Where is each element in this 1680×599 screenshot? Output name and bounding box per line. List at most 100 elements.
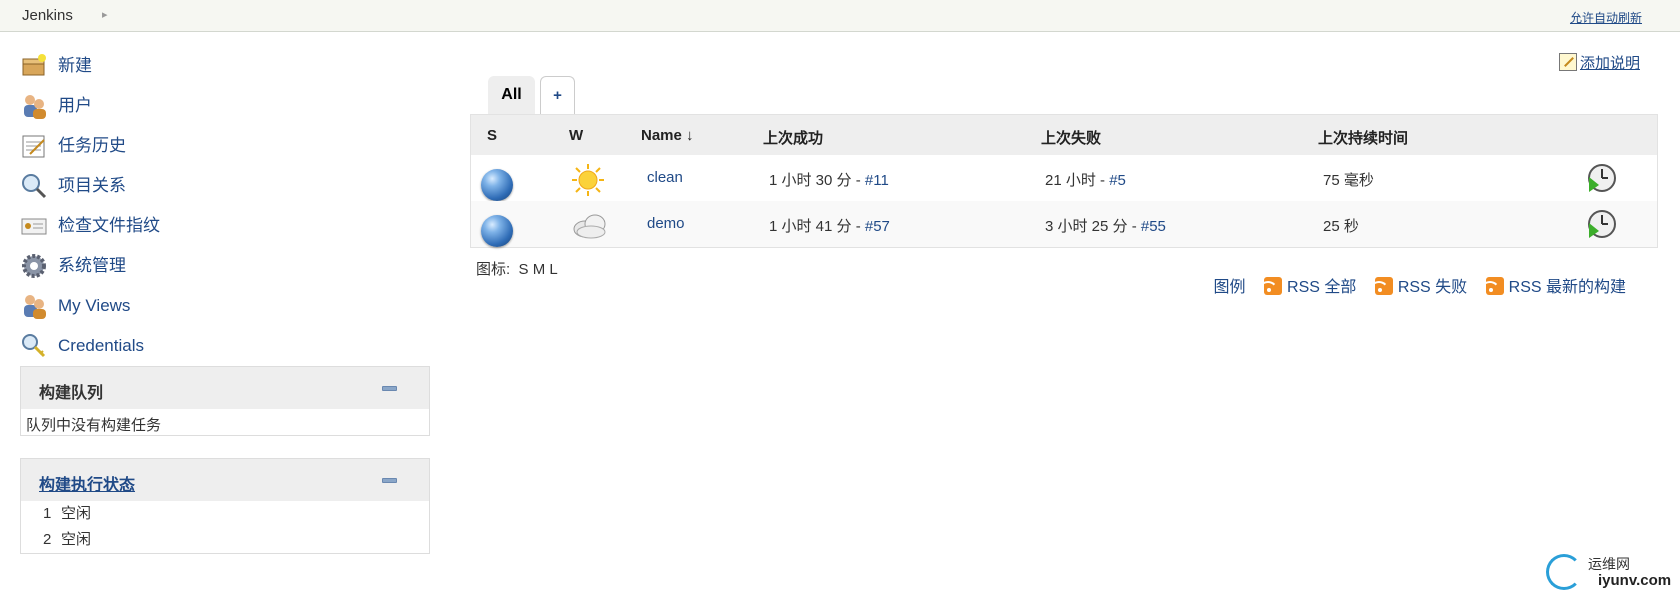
- last-success: 1 小时 30 分 - #11: [769, 169, 889, 190]
- rss-icon: [1374, 277, 1393, 295]
- collapse-icon[interactable]: [382, 478, 397, 483]
- people-icon: [24, 95, 46, 119]
- sidebar-tasks: 新建 用户 任务历史 项目关系 检查文件指纹 系统管理 My Views Cre…: [20, 46, 430, 366]
- sidebar-item-label[interactable]: 系统管理: [58, 246, 126, 286]
- fingerprint-icon: [21, 218, 47, 235]
- sidebar-item-new[interactable]: 新建: [20, 46, 430, 86]
- watermark-logo: 运维网 iyunv.com: [1546, 552, 1671, 592]
- executors-title-link[interactable]: 构建执行状态: [39, 471, 135, 495]
- watermark-ring-icon: [1546, 554, 1582, 590]
- sidebar-item-label[interactable]: 任务历史: [58, 126, 126, 166]
- rss-icon: [1264, 277, 1283, 295]
- status-ball-blue-icon[interactable]: [481, 215, 513, 247]
- jenkins-home-link[interactable]: Jenkins: [22, 7, 73, 24]
- sidebar-item-build-history[interactable]: 任务历史: [20, 126, 430, 166]
- table-row: clean 1 小时 30 分 - #11 21 小时 - #5 75 毫秒: [471, 155, 1657, 201]
- sidebar-item-credentials[interactable]: Credentials: [20, 326, 430, 366]
- collapse-icon[interactable]: [382, 386, 397, 391]
- last-duration: 75 毫秒: [1323, 172, 1374, 189]
- table-header: S W Name ↓ 上次成功 上次失败 上次持续时间: [471, 115, 1657, 155]
- enable-auto-refresh-link[interactable]: 允许自动刷新: [1570, 9, 1642, 26]
- build-queue-title: 构建队列: [39, 385, 104, 402]
- executor-status: 空闲: [61, 505, 92, 522]
- job-name-link[interactable]: clean: [647, 169, 683, 186]
- credentials-icon: [22, 334, 46, 358]
- build-queue-header: 构建队列: [21, 367, 429, 409]
- icon-size-selector: 图标: S M L: [476, 258, 558, 279]
- icon-size-l: L: [549, 261, 558, 278]
- executor-item[interactable]: 1 空闲: [21, 501, 429, 527]
- sidebar-item-label[interactable]: My Views: [58, 286, 130, 326]
- search-icon: [22, 174, 47, 199]
- build-history-icon: [22, 135, 45, 158]
- sidebar-item-label[interactable]: 检查文件指纹: [58, 206, 160, 246]
- sidebar-item-label[interactable]: 用户: [58, 86, 92, 126]
- executors-pane: 构建执行状态 1 空闲 2 空闲: [20, 458, 430, 554]
- build-link[interactable]: #11: [865, 172, 889, 189]
- last-success: 1 小时 41 分 - #57: [769, 215, 890, 236]
- icon-size-label: 图标:: [476, 261, 511, 278]
- job-name-link[interactable]: demo: [647, 215, 685, 232]
- sidebar-item-project-relationship[interactable]: 项目关系: [20, 166, 430, 206]
- breadcrumb-arrow-icon[interactable]: ▸: [102, 8, 108, 21]
- last-failure-text: 21 小时 -: [1045, 172, 1110, 189]
- rss-failed-label: RSS 失败: [1397, 279, 1468, 296]
- last-failure-text: 3 小时 25 分 -: [1045, 218, 1141, 235]
- sidebar-item-label[interactable]: Credentials: [58, 326, 144, 366]
- column-last-success[interactable]: 上次成功: [763, 127, 823, 148]
- executor-list: 1 空闲 2 空闲: [21, 501, 429, 553]
- top-bar: Jenkins ▸ 允许自动刷新: [0, 0, 1680, 32]
- schedule-build-icon[interactable]: [1587, 209, 1617, 239]
- watermark-en: iyunv.com: [1598, 572, 1672, 589]
- add-description-label: 添加说明: [1579, 55, 1640, 72]
- icon-size-m[interactable]: M: [533, 261, 546, 278]
- icon-size-s[interactable]: S: [519, 261, 529, 278]
- column-last-failure[interactable]: 上次失败: [1041, 127, 1101, 148]
- build-queue-pane: 构建队列 队列中没有构建任务: [20, 366, 430, 436]
- build-link[interactable]: #57: [865, 218, 890, 235]
- weather-sunny-icon[interactable]: [571, 163, 605, 197]
- column-status[interactable]: S: [487, 127, 497, 144]
- sidebar-item-fingerprint[interactable]: 检查文件指纹: [20, 206, 430, 246]
- column-weather[interactable]: W: [569, 127, 583, 144]
- column-last-duration[interactable]: 上次持续时间: [1318, 127, 1408, 148]
- last-failure: 3 小时 25 分 - #55: [1045, 215, 1166, 236]
- executor-status: 空闲: [61, 531, 92, 548]
- status-ball-blue-icon[interactable]: [481, 169, 513, 201]
- tab-all[interactable]: All: [488, 76, 535, 114]
- executor-number: 2: [43, 531, 52, 548]
- column-name[interactable]: Name ↓: [641, 127, 694, 144]
- table-row: demo 1 小时 41 分 - #57 3 小时 25 分 - #55 25 …: [471, 201, 1657, 247]
- rss-all-label: RSS 全部: [1287, 279, 1357, 296]
- new-view-tab[interactable]: +: [540, 76, 575, 114]
- last-failure: 21 小时 - #5: [1045, 169, 1126, 190]
- build-link[interactable]: #55: [1141, 218, 1166, 235]
- build-link[interactable]: #5: [1109, 172, 1126, 189]
- gear-icon: [22, 254, 46, 278]
- sidebar-item-people[interactable]: 用户: [20, 86, 430, 126]
- footer-links: 图例 RSS 全部 RSS 失败 RSS 最新的构建: [1200, 273, 1626, 297]
- projectstatus-table: S W Name ↓ 上次成功 上次失败 上次持续时间 clean 1 小时 3…: [470, 114, 1658, 248]
- rss-icon: [1485, 277, 1504, 295]
- sidebar-item-my-views[interactable]: My Views: [20, 286, 430, 326]
- edit-description-icon: [1558, 53, 1577, 71]
- rss-latest-label: RSS 最新的构建: [1508, 279, 1626, 296]
- rss-failed-link[interactable]: RSS 失败: [1374, 277, 1468, 296]
- schedule-build-icon[interactable]: [1587, 163, 1617, 193]
- user-icon: [24, 295, 46, 319]
- rss-all-link[interactable]: RSS 全部: [1264, 277, 1357, 296]
- last-success-text: 1 小时 30 分 -: [769, 172, 865, 189]
- executor-number: 1: [43, 505, 52, 522]
- legend-link[interactable]: 图例: [1214, 279, 1246, 296]
- add-description-link[interactable]: 添加说明: [1558, 52, 1640, 73]
- rss-latest-link[interactable]: RSS 最新的构建: [1485, 277, 1626, 296]
- watermark-cn: 运维网: [1588, 556, 1630, 572]
- sidebar-item-label[interactable]: 项目关系: [58, 166, 126, 206]
- sidebar-item-manage-jenkins[interactable]: 系统管理: [20, 246, 430, 286]
- sidebar-item-label[interactable]: 新建: [58, 46, 92, 86]
- executor-item[interactable]: 2 空闲: [21, 527, 429, 553]
- build-queue-empty-text: 队列中没有构建任务: [26, 417, 162, 434]
- last-duration: 25 秒: [1323, 218, 1359, 235]
- weather-cloudy-icon[interactable]: [571, 211, 609, 241]
- executors-header: 构建执行状态: [21, 459, 429, 501]
